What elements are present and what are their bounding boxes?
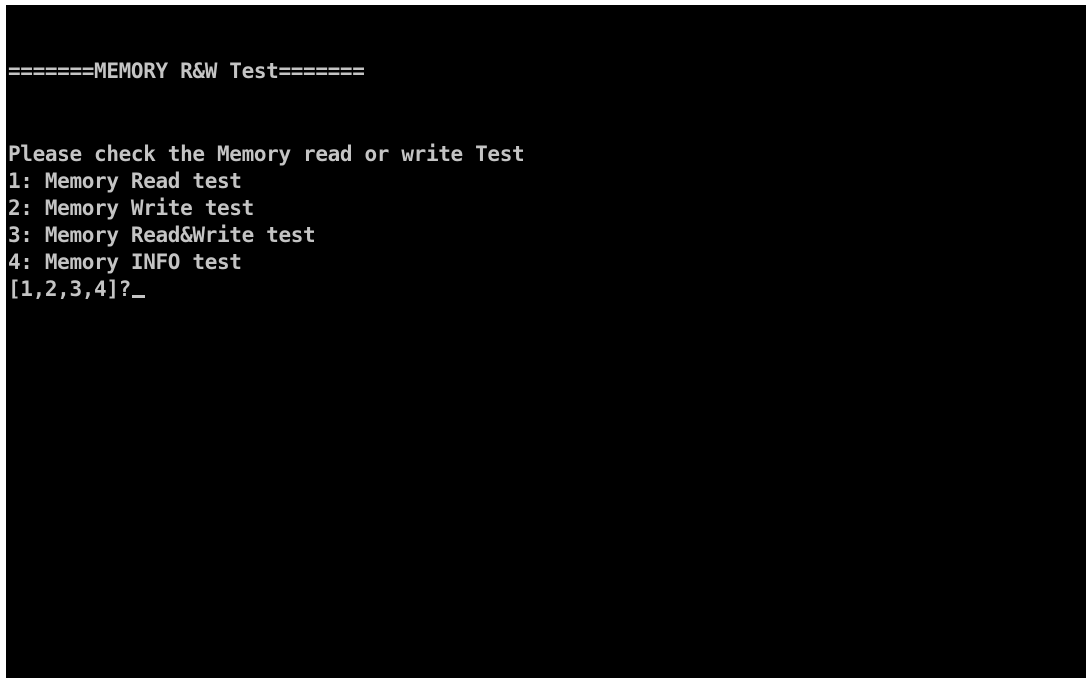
menu-option-read: 1: Memory Read test: [8, 169, 242, 193]
console-screen[interactable]: =======MEMORY R&W Test======= Please che…: [6, 5, 1086, 678]
text-cursor: [131, 295, 145, 298]
test-title: =======MEMORY R&W Test=======: [8, 59, 365, 83]
instruction-text: Please check the Memory read or write Te…: [8, 142, 525, 166]
menu-option-read-write: 3: Memory Read&Write test: [8, 223, 316, 247]
choice-prompt: [1,2,3,4]?: [8, 277, 131, 301]
menu-option-write: 2: Memory Write test: [8, 196, 254, 220]
menu-option-info: 4: Memory INFO test: [8, 250, 242, 274]
input-line[interactable]: [1,2,3,4]?: [8, 276, 145, 303]
